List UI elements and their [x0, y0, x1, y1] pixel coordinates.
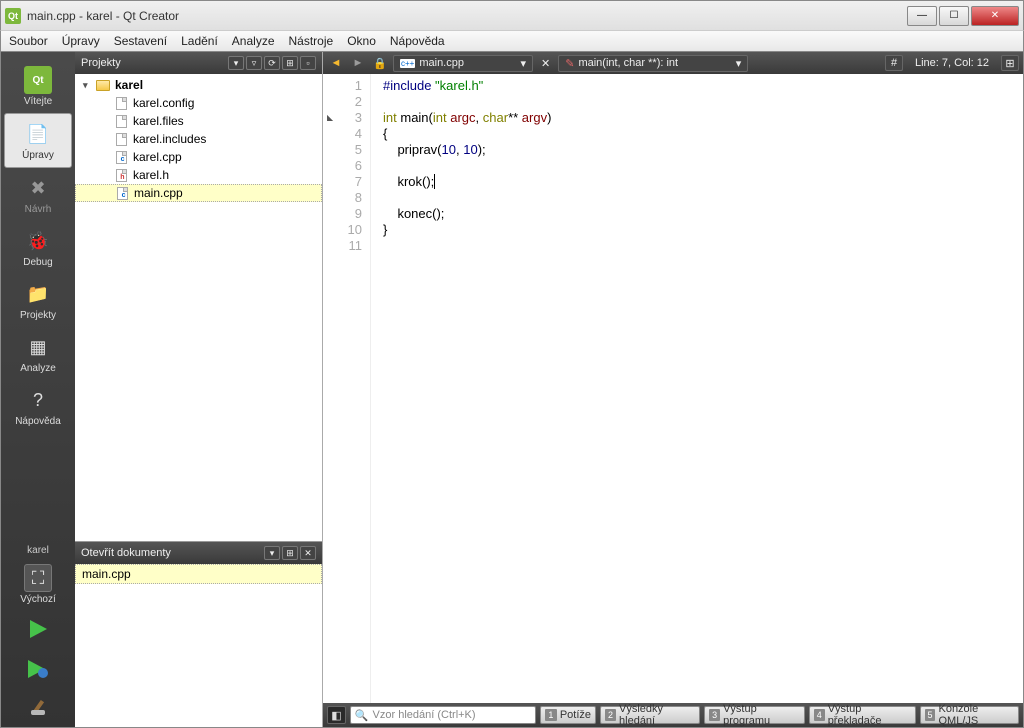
output-tab-5[interactable]: 5Konzole QML/JS	[920, 706, 1020, 724]
tree-root[interactable]: ▾ karel	[75, 76, 322, 94]
mode-debug[interactable]: 🐞Debug	[4, 221, 72, 274]
tree-file[interactable]: karel.config	[75, 94, 322, 112]
line-gutter: 1234567891011	[323, 74, 371, 703]
menu-analyze[interactable]: Analyze	[232, 34, 275, 48]
run-button[interactable]	[21, 615, 55, 643]
návrh-icon: ✖	[24, 174, 52, 202]
file-icon	[117, 187, 128, 200]
mode-analyze[interactable]: ▦Analyze	[4, 327, 72, 380]
expand-icon[interactable]: ▾	[83, 80, 95, 91]
dropdown-icon[interactable]: ▾	[228, 56, 244, 70]
side-panel: Projekty ▾ ▿ ⟳ ⊞ ▫ ▾ karel karel.configk…	[75, 52, 323, 727]
build-button[interactable]	[21, 695, 55, 723]
projekty-icon: 📁	[24, 280, 52, 308]
run-debug-button[interactable]	[21, 655, 55, 683]
close-panel-icon[interactable]: ✕	[300, 546, 316, 560]
open-docs-header: Otevřít dokumenty ▾ ⊞ ✕	[75, 542, 322, 564]
chevron-down-icon[interactable]: ▾	[520, 57, 526, 70]
menu-úpravy[interactable]: Úpravy	[62, 34, 100, 48]
function-icon: ✎	[565, 57, 574, 70]
file-tab[interactable]: c++ main.cpp ▾	[393, 55, 533, 72]
titlebar: Qt main.cpp - karel - Qt Creator — ☐ ✕	[0, 0, 1024, 30]
file-icon	[116, 133, 127, 146]
projects-panel-header: Projekty ▾ ▿ ⟳ ⊞ ▫	[75, 52, 322, 74]
kit-config[interactable]: ⛶ Výchozí	[4, 562, 72, 607]
analyze-icon: ▦	[24, 333, 52, 361]
project-tree: ▾ karel karel.configkarel.fileskarel.inc…	[75, 74, 322, 541]
file-icon	[116, 151, 127, 164]
symbol-selector[interactable]: ✎ main(int, char **): int ▾	[558, 55, 748, 72]
maximize-button[interactable]: ☐	[939, 6, 969, 26]
lock-icon[interactable]: 🔒	[371, 55, 389, 71]
nápověda-icon: ?	[24, 386, 52, 414]
mode-selector: QtVítejte📄Úpravy✖Návrh🐞Debug📁Projekty▦An…	[1, 52, 75, 727]
menu-okno[interactable]: Okno	[347, 34, 376, 48]
folder-icon	[96, 80, 110, 91]
line-column-button[interactable]: #	[885, 55, 903, 71]
tree-file[interactable]: karel.includes	[75, 130, 322, 148]
mode-návrh[interactable]: ✖Návrh	[4, 168, 72, 221]
editor-toolbar: ◄ ► 🔒 c++ main.cpp ▾ ✕ ✎ main(int, char …	[323, 52, 1023, 74]
menu-soubor[interactable]: Soubor	[9, 34, 48, 48]
tree-file[interactable]: karel.cpp	[75, 148, 322, 166]
cpp-icon: c++	[400, 59, 415, 68]
back-button[interactable]: ◄	[327, 55, 345, 71]
locator-input[interactable]: 🔍 Vzor hledání (Ctrl+K)	[350, 706, 536, 724]
output-tab-4[interactable]: 4Výstup překladače	[809, 706, 916, 724]
file-icon	[116, 169, 127, 182]
tree-file[interactable]: karel.h	[75, 166, 322, 184]
sync-icon[interactable]: ⟳	[264, 56, 280, 70]
file-icon	[116, 97, 127, 110]
mode-úpravy[interactable]: 📄Úpravy	[4, 113, 72, 168]
menu-ladění[interactable]: Ladění	[181, 34, 218, 48]
debug-icon: 🐞	[24, 227, 52, 255]
split-icon[interactable]: ⊞	[282, 56, 298, 70]
menu-nástroje[interactable]: Nástroje	[289, 34, 334, 48]
filter-icon[interactable]: ▿	[246, 56, 262, 70]
cursor-position: Line: 7, Col: 12	[907, 57, 997, 69]
editor-area: ◄ ► 🔒 c++ main.cpp ▾ ✕ ✎ main(int, char …	[323, 52, 1023, 727]
tree-file[interactable]: karel.files	[75, 112, 322, 130]
file-icon	[116, 115, 127, 128]
menubar: Soubor Úpravy Sestavení Ladění Analyze Nástro…	[0, 30, 1024, 52]
mode-nápověda[interactable]: ?Nápověda	[4, 380, 72, 433]
qt-icon: Qt	[5, 8, 21, 24]
bottom-bar: ◧ 🔍 Vzor hledání (Ctrl+K) 1Potíže2Výsled…	[323, 703, 1023, 727]
tree-file[interactable]: main.cpp	[75, 184, 322, 202]
minimize-button[interactable]: —	[907, 6, 937, 26]
output-tab-1[interactable]: 1Potíže	[540, 706, 596, 724]
code-editor[interactable]: 1234567891011 #include "karel.h"int main…	[323, 74, 1023, 703]
open-documents-panel: Otevřít dokumenty ▾ ⊞ ✕ main.cpp	[75, 541, 322, 727]
close-tab-button[interactable]: ✕	[537, 57, 554, 70]
open-doc-item[interactable]: main.cpp	[75, 564, 322, 584]
window-title: main.cpp - karel - Qt Creator	[27, 9, 907, 23]
split-editor-button[interactable]: ⊞	[1001, 55, 1019, 71]
search-icon: 🔍	[355, 709, 369, 722]
mode-vítejte[interactable]: QtVítejte	[4, 60, 72, 113]
mode-projekty[interactable]: 📁Projekty	[4, 274, 72, 327]
menu-sestavení[interactable]: Sestavení	[114, 34, 167, 48]
kit-project[interactable]: karel	[1, 543, 75, 558]
close-button[interactable]: ✕	[971, 6, 1019, 26]
split-icon[interactable]: ⊞	[282, 546, 298, 560]
vítejte-icon: Qt	[24, 66, 52, 94]
output-tab-3[interactable]: 3Výstup programu	[704, 706, 805, 724]
chevron-down-icon[interactable]: ▾	[736, 57, 742, 70]
úpravy-icon: 📄	[24, 120, 52, 148]
toggle-sidebar-button[interactable]: ◧	[327, 706, 346, 724]
output-tab-2[interactable]: 2Výsledky hledání	[600, 706, 700, 724]
menu-nápověda[interactable]: Nápověda	[390, 34, 445, 48]
add-icon[interactable]: ▫	[300, 56, 316, 70]
dropdown-icon[interactable]: ▾	[264, 546, 280, 560]
forward-button[interactable]: ►	[349, 55, 367, 71]
